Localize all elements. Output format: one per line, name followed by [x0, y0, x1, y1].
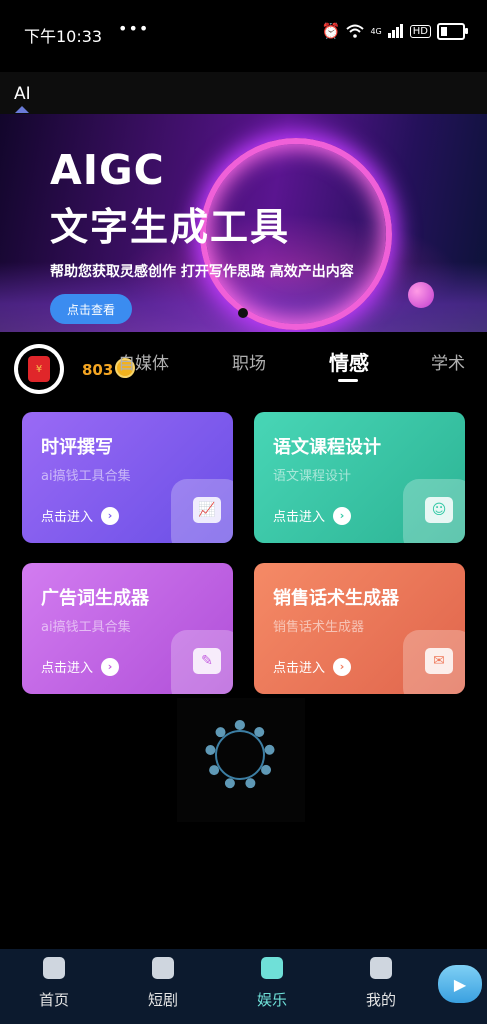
card-title: 销售话术生成器 — [273, 588, 399, 609]
floating-play-button[interactable]: ▶ — [438, 965, 482, 1003]
head-icon: ☺ — [425, 497, 453, 523]
card-subtitle: 销售话术生成器 — [273, 620, 365, 635]
card-enter-label: 点击进入 — [41, 510, 94, 525]
planet-graphic — [408, 282, 434, 308]
category-tab-media[interactable]: 自媒体 — [118, 349, 169, 374]
wifi-icon — [346, 24, 365, 38]
banner-title-sub: 文字生成工具 — [50, 205, 291, 249]
edit-icon: ✎ — [193, 648, 221, 674]
chevron-right-icon: › — [333, 506, 352, 525]
avatar-inner: ¥ — [18, 348, 60, 390]
red-packet-icon: ¥ — [28, 356, 50, 382]
banner-view-button[interactable]: 点击查看 — [50, 294, 132, 324]
tool-card[interactable]: 时评撰写 ai搞钱工具合集 点击进入 › 📈 — [22, 412, 233, 543]
alarm-icon: ⏰ — [321, 22, 341, 40]
tool-card[interactable]: 广告词生成器 ai搞钱工具合集 点击进入 › ✎ — [22, 563, 233, 694]
avatar[interactable]: ¥ — [14, 344, 64, 394]
card-title: 时评撰写 — [41, 437, 113, 458]
category-tab-academic[interactable]: 学术 — [431, 349, 465, 374]
doc-icon — [261, 957, 283, 979]
loading-spinner — [177, 698, 305, 822]
tab-indicator — [15, 106, 29, 113]
loading-ring-inner — [215, 730, 265, 780]
coin-count: 803 — [82, 361, 114, 379]
card-subtitle: 语文课程设计 — [273, 469, 352, 484]
card-enter-link[interactable]: 点击进入 › — [41, 657, 120, 676]
tab-ai[interactable]: AI — [14, 84, 31, 104]
nav-label: 首页 — [38, 991, 69, 1009]
card-enter-label: 点击进入 — [273, 510, 326, 525]
card-enter-label: 点击进入 — [41, 661, 94, 676]
battery-icon — [437, 22, 468, 40]
nav-mine[interactable]: 我的 — [341, 957, 421, 1010]
card-enter-link[interactable]: 点击进入 › — [273, 657, 352, 676]
category-tab-emotion[interactable]: 情感 — [329, 347, 369, 376]
nav-home[interactable]: 首页 — [14, 957, 94, 1010]
clapper-icon — [152, 957, 174, 979]
nav-label: 短剧 — [147, 991, 178, 1009]
network-type: 4G — [370, 26, 382, 36]
home-icon — [43, 957, 65, 979]
chart-icon: 📈 — [193, 497, 221, 523]
chevron-right-icon: › — [101, 657, 120, 676]
category-active-underline — [338, 379, 358, 382]
card-enter-link[interactable]: 点击进入 › — [41, 506, 120, 525]
tool-card[interactable]: 语文课程设计 语文课程设计 点击进入 › ☺ — [254, 412, 465, 543]
card-title: 语文课程设计 — [273, 437, 381, 458]
play-icon: ▶ — [453, 974, 467, 994]
category-tab-workplace[interactable]: 职场 — [232, 349, 266, 374]
status-icons: ⏰ 4G HD — [321, 22, 468, 40]
banner-subtitle: 帮助您获取灵感创作 打开写作思路 高效产出内容 — [50, 264, 354, 280]
signal-icon — [387, 24, 403, 38]
top-tab-bar — [0, 72, 487, 114]
banner-title: AIGC — [50, 146, 165, 194]
bottom-nav: 首页 短剧 娱乐 我的 — [0, 949, 487, 1024]
card-subtitle: ai搞钱工具合集 — [41, 620, 131, 635]
status-bar: 下午10:33 ••• ⏰ 4G HD — [0, 0, 487, 66]
card-title: 广告词生成器 — [41, 588, 149, 609]
chevron-right-icon: › — [333, 657, 352, 676]
robot-icon — [370, 957, 392, 979]
nav-label: 我的 — [365, 991, 396, 1009]
chevron-right-icon: › — [101, 506, 120, 525]
nav-entertainment[interactable]: 娱乐 — [232, 957, 312, 1010]
nav-label: 娱乐 — [256, 991, 287, 1009]
tool-card[interactable]: 销售话术生成器 销售话术生成器 点击进入 › ✉ — [254, 563, 465, 694]
card-enter-label: 点击进入 — [273, 661, 326, 676]
card-subtitle: ai搞钱工具合集 — [41, 469, 131, 484]
banner-page-dot — [238, 308, 248, 318]
nav-short-drama[interactable]: 短剧 — [123, 957, 203, 1010]
hd-badge: HD — [409, 24, 431, 38]
speech-icon: ✉ — [425, 648, 453, 674]
card-enter-link[interactable]: 点击进入 › — [273, 506, 352, 525]
status-more-icon: ••• — [118, 19, 150, 38]
status-time: 下午10:33 — [24, 27, 103, 46]
